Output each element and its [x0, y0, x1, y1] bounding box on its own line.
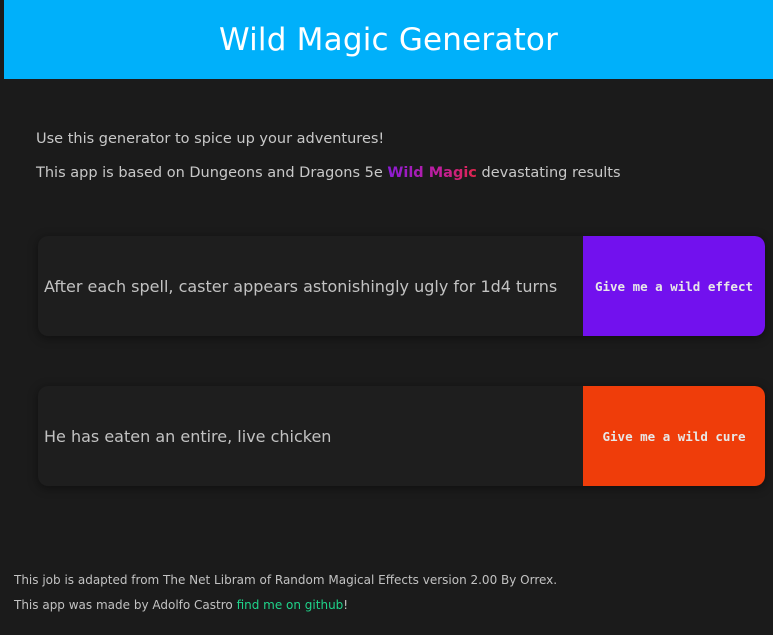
- page: Wild Magic Generator Use this generator …: [0, 0, 773, 635]
- intro-description: This app is based on Dungeons and Dragon…: [36, 165, 621, 181]
- intro-description-end: devastating results: [476, 165, 621, 181]
- wild-cure-card: He has eaten an entire, live chicken Giv…: [38, 386, 765, 486]
- intro-text: Use this generator to spice up your adve…: [36, 131, 385, 147]
- footer-author-text: This app was made by Adolfo Castro: [14, 598, 237, 612]
- wild-effect-card: After each spell, caster appears astonis…: [38, 236, 765, 336]
- wild-magic-highlight: Wild Magic: [387, 165, 477, 181]
- wild-cure-button[interactable]: Give me a wild cure: [583, 386, 765, 486]
- footer-author-end: !: [343, 598, 349, 612]
- wild-effect-button[interactable]: Give me a wild effect: [583, 236, 765, 336]
- footer-credit: This job is adapted from The Net Libram …: [14, 573, 558, 587]
- page-title: Wild Magic Generator: [218, 21, 559, 58]
- wild-effect-result: After each spell, caster appears astonis…: [44, 276, 558, 296]
- app-header: Wild Magic Generator: [4, 0, 773, 79]
- github-link[interactable]: find me on github: [237, 598, 344, 612]
- wild-cure-result: He has eaten an entire, live chicken: [44, 426, 332, 446]
- footer-author: This app was made by Adolfo Castro find …: [14, 598, 348, 612]
- intro-description-start: This app is based on Dungeons and Dragon…: [36, 165, 388, 181]
